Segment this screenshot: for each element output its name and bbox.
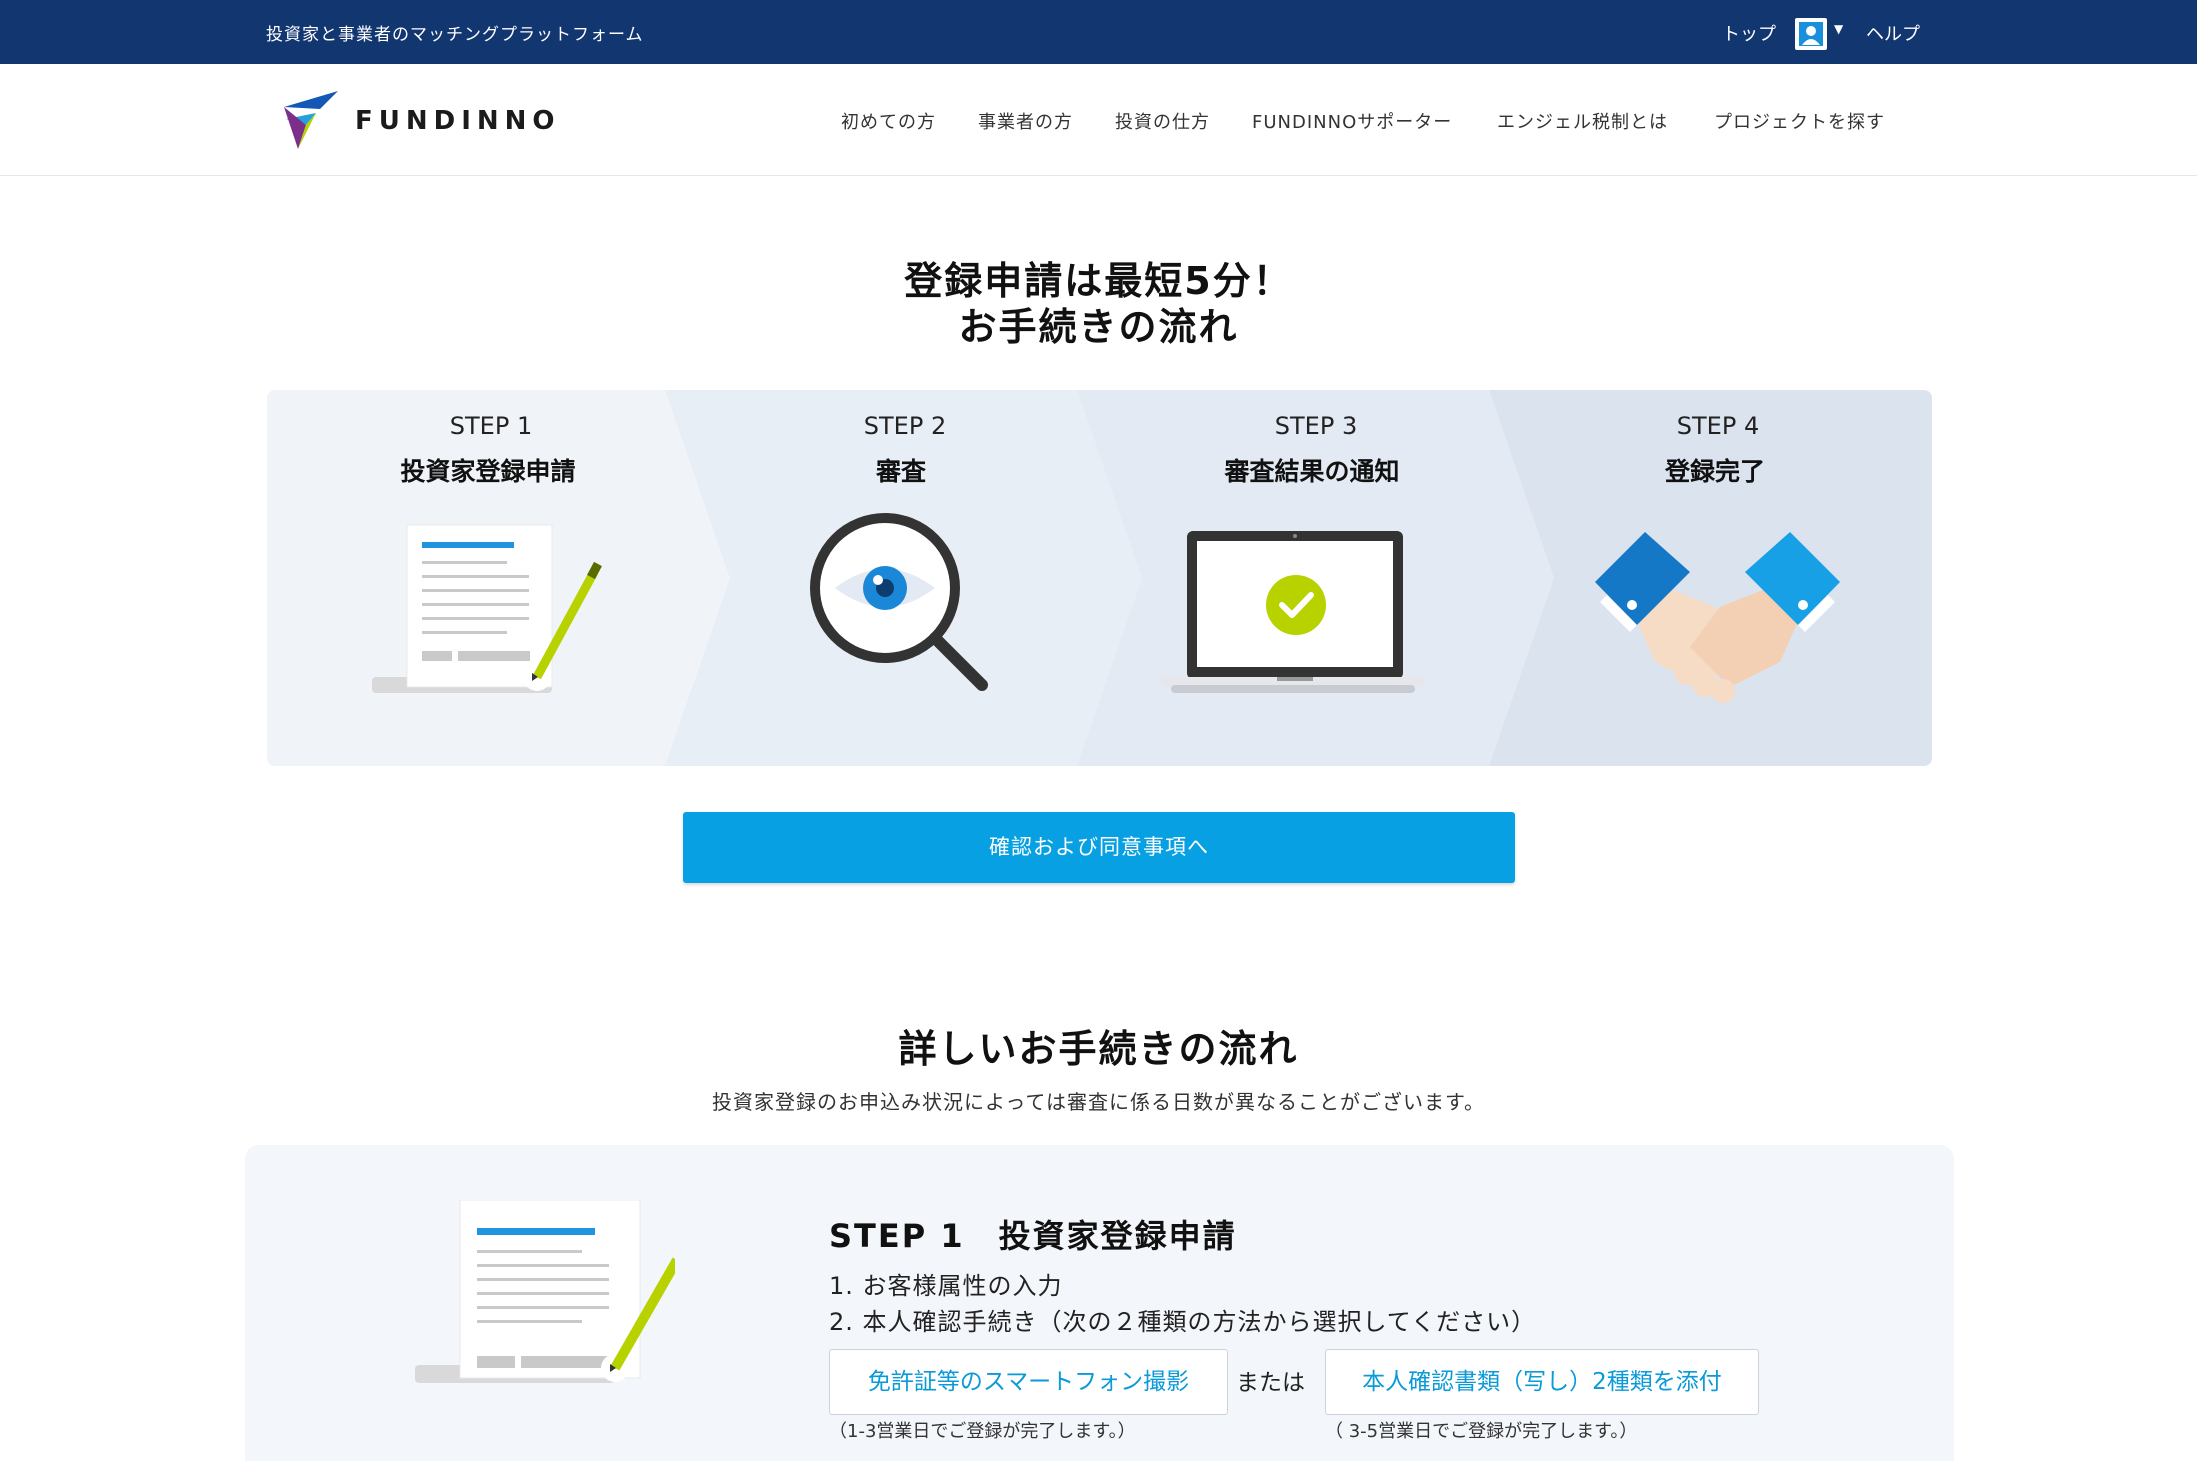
- chevron-down-icon[interactable]: ▼: [1834, 22, 1843, 36]
- step-1-detail-title: STEP 1 投資家登録申請: [829, 1217, 1237, 1255]
- step-2-label: STEP 2: [863, 412, 947, 440]
- help-link[interactable]: ヘルプ: [1866, 20, 1920, 46]
- fundinno-logo-icon[interactable]: [280, 89, 344, 151]
- step-1-item-1: 1. お客様属性の入力: [829, 1272, 1063, 1300]
- step-3-title: 審査結果の通知: [1224, 457, 1400, 486]
- user-icon: [1799, 22, 1823, 46]
- nav-supporter[interactable]: FUNDINNOサポーター: [1252, 108, 1452, 134]
- nav-how-to-invest[interactable]: 投資の仕方: [1115, 108, 1210, 134]
- top-bar: 投資家と事業者のマッチングプラットフォーム トップ ▼ ヘルプ: [0, 0, 2197, 64]
- user-menu-button[interactable]: [1795, 18, 1827, 50]
- option-1-note: （1-3営業日でご登録が完了します。）: [829, 1421, 1136, 1442]
- smartphone-photo-option-button[interactable]: 免許証等のスマートフォン撮影: [829, 1349, 1228, 1415]
- magnifier-eye-icon: [810, 513, 988, 691]
- laptop-check-icon: [1161, 531, 1425, 693]
- document-pencil-icon: [372, 524, 602, 693]
- details-title: 詳しいお手続きの流れ: [898, 1027, 1299, 1071]
- or-label: または: [1236, 1370, 1305, 1396]
- top-link[interactable]: トップ: [1722, 20, 1776, 46]
- nav-angel-tax[interactable]: エンジェル税制とは: [1497, 108, 1668, 134]
- attach-documents-option-button[interactable]: 本人確認書類（写し）2種類を添付: [1325, 1349, 1759, 1415]
- step-2-title: 審査: [875, 457, 926, 486]
- step-1-item-2: 2. 本人確認手続き（次の２種類の方法から選択してください）: [829, 1308, 1537, 1336]
- document-pencil-icon: [415, 1200, 675, 1383]
- details-note: 投資家登録のお申込み状況によっては審査に係る日数が異なることがございます。: [712, 1090, 1485, 1114]
- step-1-label: STEP 1: [449, 412, 533, 440]
- agree-and-confirm-button[interactable]: 確認および同意事項へ: [683, 812, 1515, 883]
- step-3-label: STEP 3: [1274, 412, 1358, 440]
- page-subtitle: お手続きの流れ: [958, 305, 1239, 349]
- handshake-icon: [1595, 532, 1840, 703]
- tagline: 投資家と事業者のマッチングプラットフォーム: [266, 25, 644, 45]
- nav-first-time[interactable]: 初めての方: [841, 108, 936, 134]
- step-4-title: 登録完了: [1664, 457, 1765, 486]
- step-1-title: 投資家登録申請: [400, 457, 576, 486]
- nav-business[interactable]: 事業者の方: [978, 108, 1073, 134]
- steps-panel: STEP 1 投資家登録申請 STEP 2 審査 STEP 3 審査結果の通知: [267, 390, 1932, 766]
- option-2-note: （ 3-5営業日でご登録が完了します。）: [1325, 1421, 1638, 1442]
- nav-find-projects[interactable]: プロジェクトを探す: [1714, 108, 1885, 134]
- step-4-label: STEP 4: [1676, 412, 1760, 440]
- site-header: FUNDINNO 初めての方 事業者の方 投資の仕方 FUNDINNOサポーター…: [0, 64, 2197, 176]
- logo-text[interactable]: FUNDINNO: [355, 106, 561, 136]
